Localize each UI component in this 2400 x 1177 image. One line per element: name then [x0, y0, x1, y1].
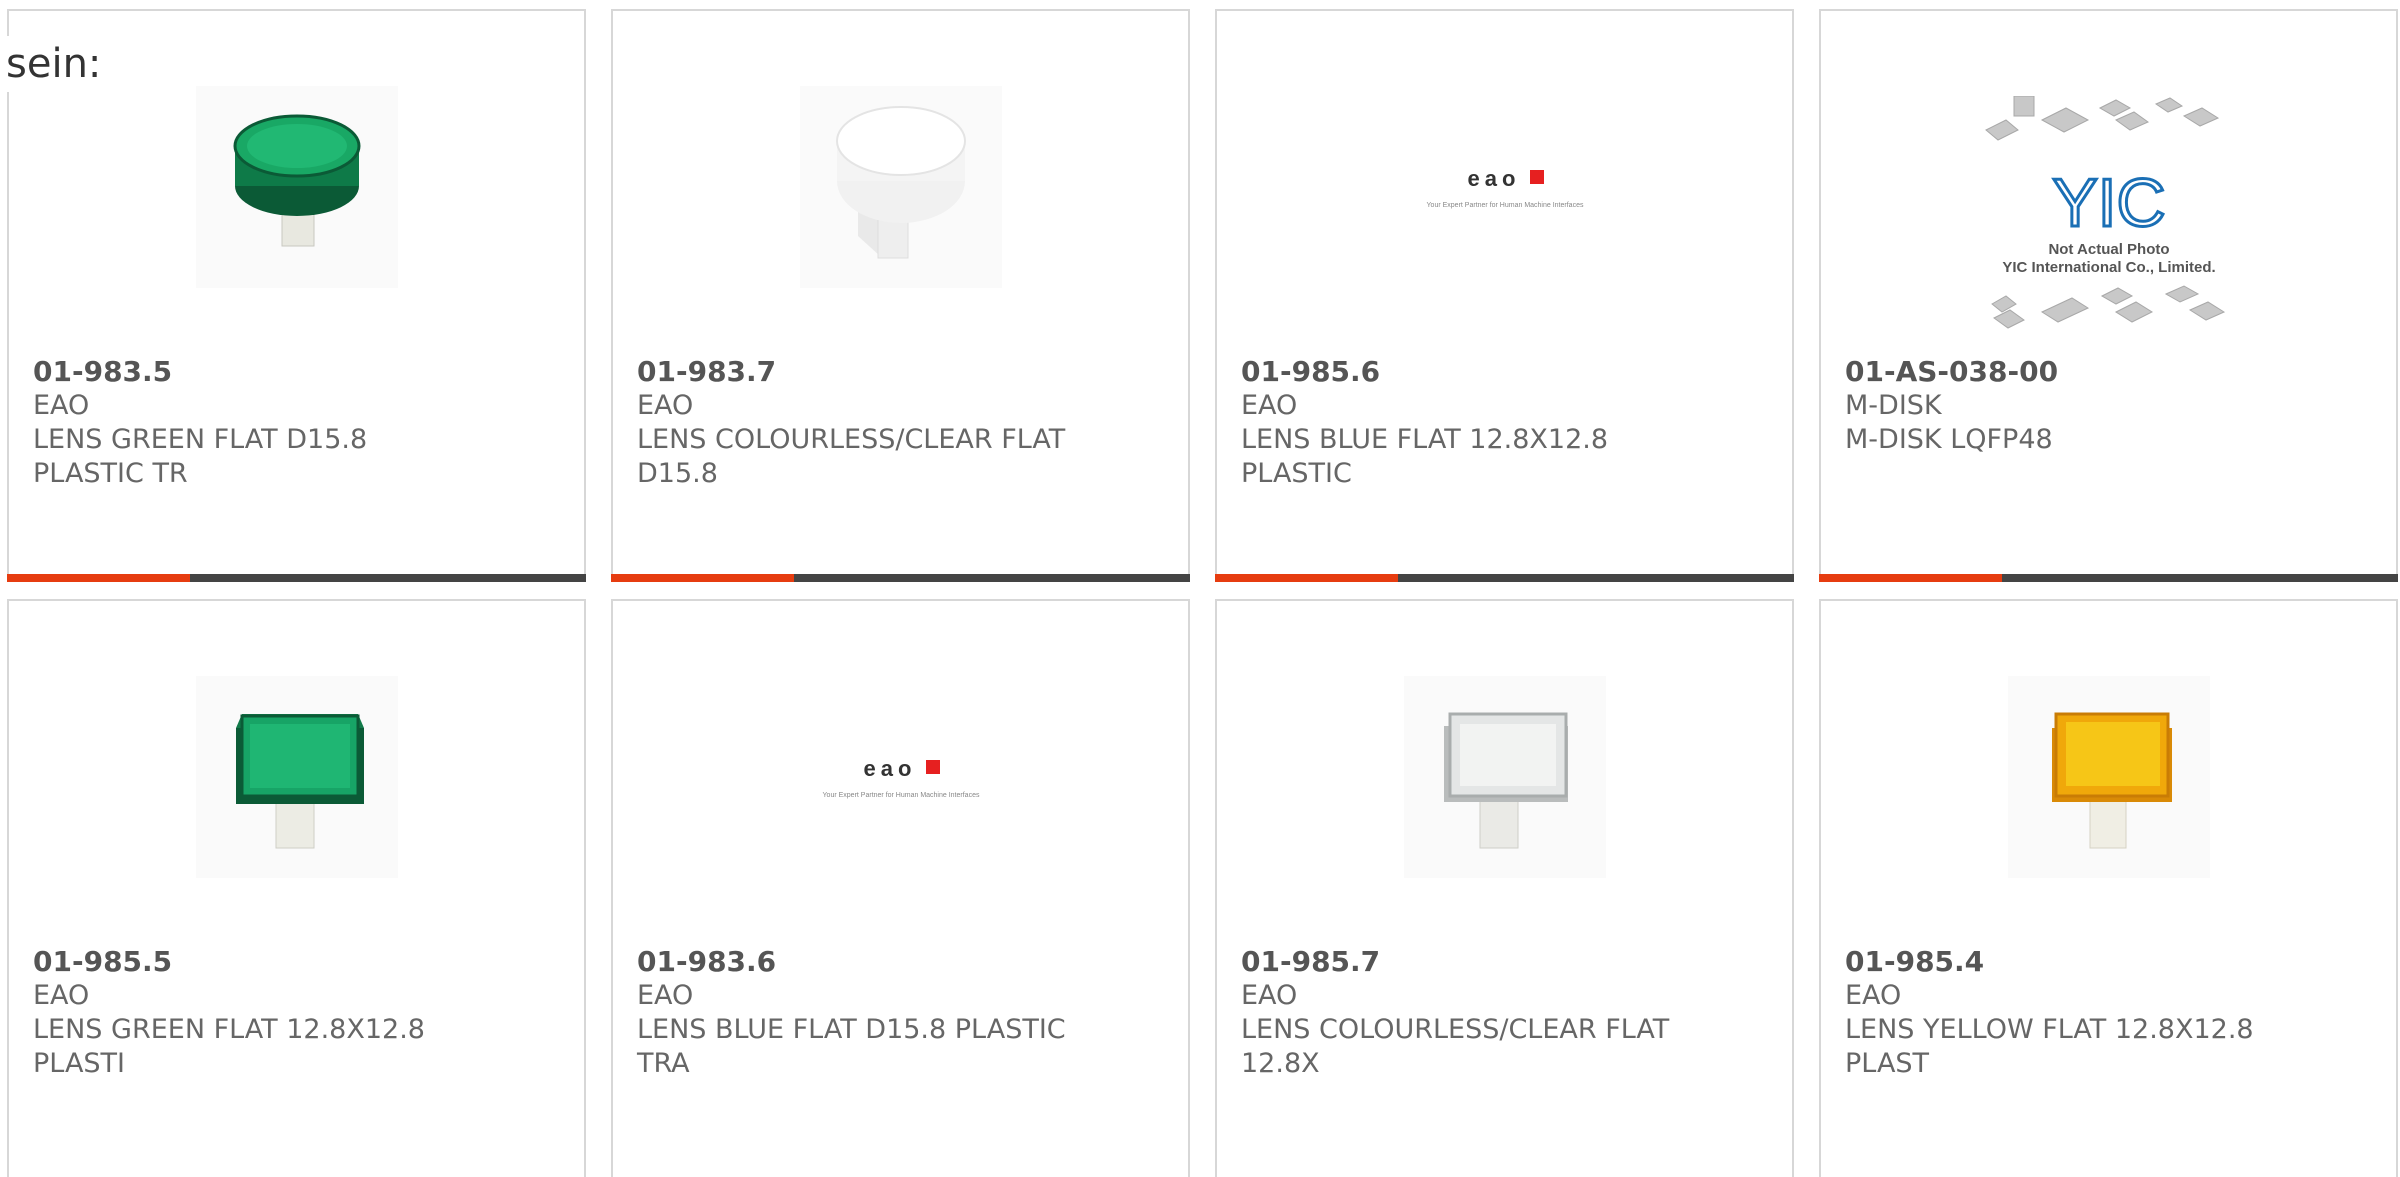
eao-wordmark: eao: [864, 756, 917, 781]
part-number[interactable]: 01-983.5: [33, 355, 553, 389]
manufacturer: EAO: [33, 390, 90, 421]
yic-logo: YIC: [2052, 165, 2165, 241]
product-info: 01-985.5 EAO LENS GREEN FLAT 12.8X12.8 P…: [33, 945, 553, 1081]
card-accent-bar: [611, 574, 1190, 582]
eao-wordmark: eao: [1468, 166, 1521, 191]
product-card[interactable]: eao Your Expert Partner for Human Machin…: [1215, 9, 1794, 582]
eao-logo-image[interactable]: eao Your Expert Partner for Human Machin…: [800, 676, 1002, 878]
intro-text: sein:: [6, 36, 106, 92]
description-line: 12.8X: [1241, 1048, 1320, 1079]
product-info: 01-983.7 EAO LENS COLOURLESS/CLEAR FLAT …: [637, 355, 1157, 491]
description-line: TRA: [637, 1048, 690, 1079]
product-info: 01-985.6 EAO LENS BLUE FLAT 12.8X12.8 PL…: [1241, 355, 1761, 491]
part-number[interactable]: 01-985.7: [1241, 945, 1761, 979]
description-line: PLAST: [1845, 1048, 1930, 1079]
eao-tagline: Your Expert Partner for Human Machine In…: [1427, 202, 1584, 209]
description-line: LENS GREEN FLAT 12.8X12.8: [33, 1014, 425, 1045]
description-line: LENS BLUE FLAT D15.8 PLASTIC: [637, 1014, 1066, 1045]
description-line: LENS COLOURLESS/CLEAR FLAT: [637, 424, 1066, 455]
product-card[interactable]: 01-985.4 EAO LENS YELLOW FLAT 12.8X12.8 …: [1819, 599, 2398, 1177]
product-card[interactable]: 01-985.7 EAO LENS COLOURLESS/CLEAR FLAT …: [1215, 599, 1794, 1177]
description-line: LENS GREEN FLAT D15.8: [33, 424, 368, 455]
product-card[interactable]: eao Your Expert Partner for Human Machin…: [611, 599, 1190, 1177]
description-line: LENS YELLOW FLAT 12.8X12.8: [1845, 1014, 2254, 1045]
description-line: LENS BLUE FLAT 12.8X12.8: [1241, 424, 1609, 455]
image-caption: Not Actual Photo: [2048, 241, 2169, 258]
eao-tagline: Your Expert Partner for Human Machine In…: [823, 792, 980, 799]
product-image[interactable]: [196, 676, 398, 878]
part-number[interactable]: 01-985.4: [1845, 945, 2365, 979]
product-image[interactable]: [800, 86, 1002, 288]
manufacturer: EAO: [33, 980, 90, 1011]
manufacturer: M-DISK: [1845, 390, 1942, 421]
product-card[interactable]: 01-985.5 EAO LENS GREEN FLAT 12.8X12.8 P…: [7, 599, 586, 1177]
description-line: PLASTIC TR: [33, 458, 188, 489]
product-card[interactable]: YIC Not Actual Photo YIC International C…: [1819, 9, 2398, 582]
product-info: 01-985.4 EAO LENS YELLOW FLAT 12.8X12.8 …: [1845, 945, 2365, 1081]
card-accent-bar: [1215, 574, 1794, 582]
product-info: 01-983.6 EAO LENS BLUE FLAT D15.8 PLASTI…: [637, 945, 1157, 1081]
manufacturer: EAO: [637, 980, 694, 1011]
product-image[interactable]: [196, 86, 398, 288]
product-info: 01-AS-038-00 M-DISK M-DISK LQFP48: [1845, 355, 2365, 457]
manufacturer: EAO: [1241, 980, 1298, 1011]
card-accent-bar: [7, 574, 586, 582]
part-number[interactable]: 01-AS-038-00: [1845, 355, 2365, 389]
part-number[interactable]: 01-985.5: [33, 945, 553, 979]
product-card[interactable]: 01-983.7 EAO LENS COLOURLESS/CLEAR FLAT …: [611, 9, 1190, 582]
manufacturer: EAO: [637, 390, 694, 421]
product-info: 01-983.5 EAO LENS GREEN FLAT D15.8 PLAST…: [33, 355, 553, 491]
manufacturer: EAO: [1845, 980, 1902, 1011]
eao-logo-image[interactable]: eao Your Expert Partner for Human Machin…: [1404, 86, 1606, 288]
part-number[interactable]: 01-983.6: [637, 945, 1157, 979]
description-line: PLASTI: [33, 1048, 126, 1079]
card-accent-bar: [1819, 574, 2398, 582]
description-line: M-DISK LQFP48: [1845, 424, 2053, 455]
part-number[interactable]: 01-983.7: [637, 355, 1157, 389]
description-line: LENS COLOURLESS/CLEAR FLAT: [1241, 1014, 1670, 1045]
description-line: PLASTIC: [1241, 458, 1352, 489]
product-image[interactable]: [2008, 676, 2210, 878]
product-info: 01-985.7 EAO LENS COLOURLESS/CLEAR FLAT …: [1241, 945, 1761, 1081]
image-caption: YIC International Co., Limited.: [2002, 259, 2215, 276]
manufacturer: EAO: [1241, 390, 1298, 421]
yic-placeholder-image[interactable]: YIC Not Actual Photo YIC International C…: [1976, 96, 2242, 348]
product-card[interactable]: 01-983.5 EAO LENS GREEN FLAT D15.8 PLAST…: [7, 9, 586, 582]
description-line: D15.8: [637, 458, 718, 489]
part-number[interactable]: 01-985.6: [1241, 355, 1761, 389]
product-image[interactable]: [1404, 676, 1606, 878]
